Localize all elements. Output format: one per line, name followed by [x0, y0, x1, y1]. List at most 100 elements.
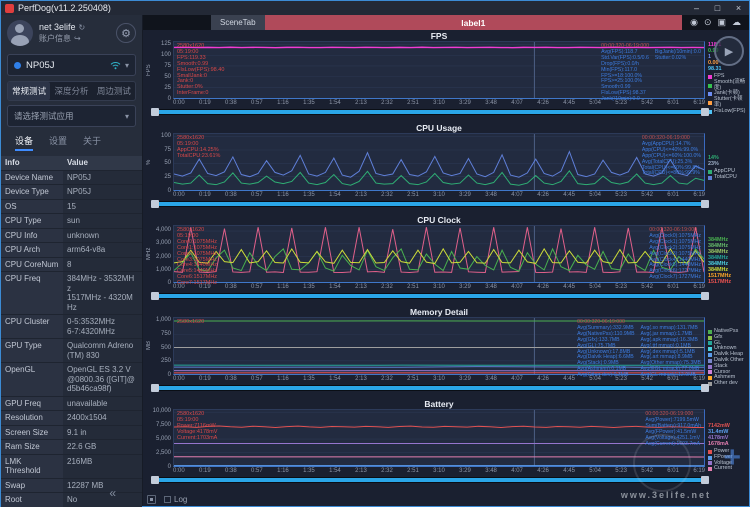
- scene-label-badge[interactable]: label1: [265, 15, 682, 30]
- chart-legend: NativePssGfxGLUnknownDalvik HeapDalvik O…: [708, 329, 749, 387]
- play-button[interactable]: ▶: [714, 36, 744, 66]
- scrollbar-right-handle[interactable]: [701, 476, 709, 484]
- x-tick-label: 2:13: [355, 284, 367, 292]
- test-tab[interactable]: 周边测试: [93, 82, 135, 100]
- grid-toggle-icon[interactable]: [147, 495, 156, 504]
- legend-swatch: [708, 347, 712, 351]
- close-button[interactable]: ×: [730, 3, 747, 13]
- table-row: CPU Archarm64-v8a: [1, 243, 142, 258]
- chart-title: Battery: [173, 399, 705, 409]
- legend-label: TotalCPU: [714, 175, 737, 181]
- legend-item[interactable]: TotalCPU: [708, 175, 749, 181]
- info-tab[interactable]: 设备: [15, 134, 33, 151]
- chart-scrollbar[interactable]: [151, 477, 709, 483]
- folder-icon[interactable]: ▣: [717, 18, 726, 27]
- table-row: CPU CoreNum8: [1, 258, 142, 273]
- log-checkbox[interactable]: [164, 496, 171, 503]
- y-axis-unit: [145, 409, 153, 467]
- info-tab[interactable]: 设置: [49, 134, 67, 151]
- chart-scrollbar[interactable]: [151, 385, 709, 391]
- x-tick-label: 1:16: [277, 468, 289, 476]
- legend-swatch: [708, 359, 712, 363]
- plot-area[interactable]: 2580x162005:19:00Core0:1075MHzCore1:1075…: [173, 225, 705, 283]
- legend-item[interactable]: FIsLow(FPS): [708, 109, 749, 115]
- overlay-line: Current:1703mA: [177, 436, 217, 442]
- value-cell: 9.1 in: [63, 426, 142, 440]
- x-tick-label: 5:42: [641, 284, 653, 292]
- scrollbar-left-handle[interactable]: [151, 292, 159, 300]
- log-toggle[interactable]: Log: [164, 495, 187, 504]
- toolbar-gap: [143, 15, 211, 30]
- x-tick-label: 0:00: [173, 376, 185, 384]
- chart-right-column: 14%23% AppCPUTotalCPU: [705, 133, 749, 191]
- value-cell: 22.6 GB: [63, 440, 142, 454]
- scene-tab[interactable]: SceneTab: [211, 15, 265, 30]
- info-cell: OpenGL: [1, 363, 63, 396]
- refresh-icon[interactable]: ↻: [79, 23, 86, 32]
- overlay-line: Core7:1517MHz: [177, 281, 217, 287]
- x-tick-label: 4:07: [511, 100, 523, 108]
- value-cell: unavailable: [63, 397, 142, 411]
- logout-icon[interactable]: ↪: [74, 34, 81, 43]
- app-logo-icon: [5, 4, 14, 13]
- stat-line: Avg(Other dev):0.3MB: [577, 373, 634, 379]
- legend-swatch: [708, 170, 712, 174]
- info-tab[interactable]: 关于: [83, 134, 101, 151]
- scrollbar-left-handle[interactable]: [151, 476, 159, 484]
- x-tick-label: 2:13: [355, 192, 367, 200]
- plot-area[interactable]: 2580x162005:19:00Power:7116mWVoltage:417…: [173, 409, 705, 467]
- legend-item[interactable]: Other dev: [708, 381, 749, 387]
- x-tick-label: 0:19: [199, 468, 211, 476]
- legend-swatch: [708, 336, 712, 340]
- x-tick-label: 1:35: [303, 468, 315, 476]
- scrollbar-right-handle[interactable]: [701, 108, 709, 116]
- memory-chart-panel: Memory Detail MB 1,0007505002500 2580x16…: [143, 307, 749, 399]
- chart-scrollbar[interactable]: [151, 293, 709, 299]
- scrollbar-left-handle[interactable]: [151, 108, 159, 116]
- scrollbar-right-handle[interactable]: [701, 292, 709, 300]
- device-selector[interactable]: NP05J ▾: [7, 54, 136, 76]
- scrollbar-left-handle[interactable]: [151, 200, 159, 208]
- plot-area[interactable]: 2580x162005:19:00FPS:119.33Smooth:0.99FI…: [173, 41, 705, 99]
- x-tick-label: 4:26: [537, 468, 549, 476]
- chart-scrollbar[interactable]: [151, 201, 709, 207]
- test-tab[interactable]: 深度分析: [50, 82, 92, 100]
- y-axis-ticks: 10,0007,5005,0002,5000: [153, 409, 173, 467]
- legend-swatch: [708, 456, 712, 460]
- test-tab[interactable]: 常规测试: [8, 82, 50, 100]
- x-tick-label: 4:26: [537, 284, 549, 292]
- y-tick-label: 0: [168, 372, 171, 378]
- maximize-button[interactable]: □: [709, 3, 726, 13]
- settings-gear-button[interactable]: ⚙: [116, 23, 136, 43]
- sidebar-collapse-button[interactable]: «: [109, 486, 116, 500]
- table-row: LMK Threshold216MB: [1, 455, 142, 479]
- avatar: [7, 20, 33, 46]
- marker-icon[interactable]: ◉: [690, 18, 698, 27]
- x-tick-label: 1:35: [303, 100, 315, 108]
- scrollbar-right-handle[interactable]: [701, 384, 709, 392]
- cloud-icon[interactable]: ☁: [732, 18, 741, 27]
- chevron-down-icon[interactable]: ▾: [125, 61, 129, 70]
- plot-area[interactable]: 2580x162005:19:00AppCPU:14.25%TotalCPU:2…: [173, 133, 705, 191]
- scrollbar-left-handle[interactable]: [151, 384, 159, 392]
- y-axis-ticks: 1251007550250: [153, 41, 173, 99]
- table-row: RootNo: [1, 493, 142, 507]
- minimize-button[interactable]: –: [688, 3, 705, 13]
- x-tick-label: 5:04: [589, 192, 601, 200]
- x-tick-label: 0:19: [199, 100, 211, 108]
- bulb-icon[interactable]: ⊙: [704, 18, 712, 27]
- x-tick-label: 1:54: [329, 376, 341, 384]
- value-cell: 216MB: [63, 455, 142, 478]
- app-select-dropdown[interactable]: 请选择测试应用 ▾: [7, 105, 136, 127]
- scrollbar-right-handle[interactable]: [701, 200, 709, 208]
- x-tick-label: 0:57: [251, 468, 263, 476]
- account-info-label[interactable]: 账户信息: [39, 34, 71, 43]
- cpu-clock-chart-panel: CPU Clock MHz 4,0003,0002,0001,0000 2580…: [143, 215, 749, 307]
- x-tick-label: 0:00: [173, 468, 185, 476]
- chart-scrollbar[interactable]: [151, 109, 709, 115]
- plot-area[interactable]: 2580x1620 00:00:320-06:19:000Avg(Summary…: [173, 317, 705, 375]
- y-tick-label: 10,000: [153, 408, 171, 414]
- y-tick-label: 1,000: [156, 317, 171, 323]
- device-info-table-body: Device NameNP05JDevice TypeNP05JOS15CPU …: [1, 171, 142, 507]
- table-row: Device TypeNP05J: [1, 185, 142, 200]
